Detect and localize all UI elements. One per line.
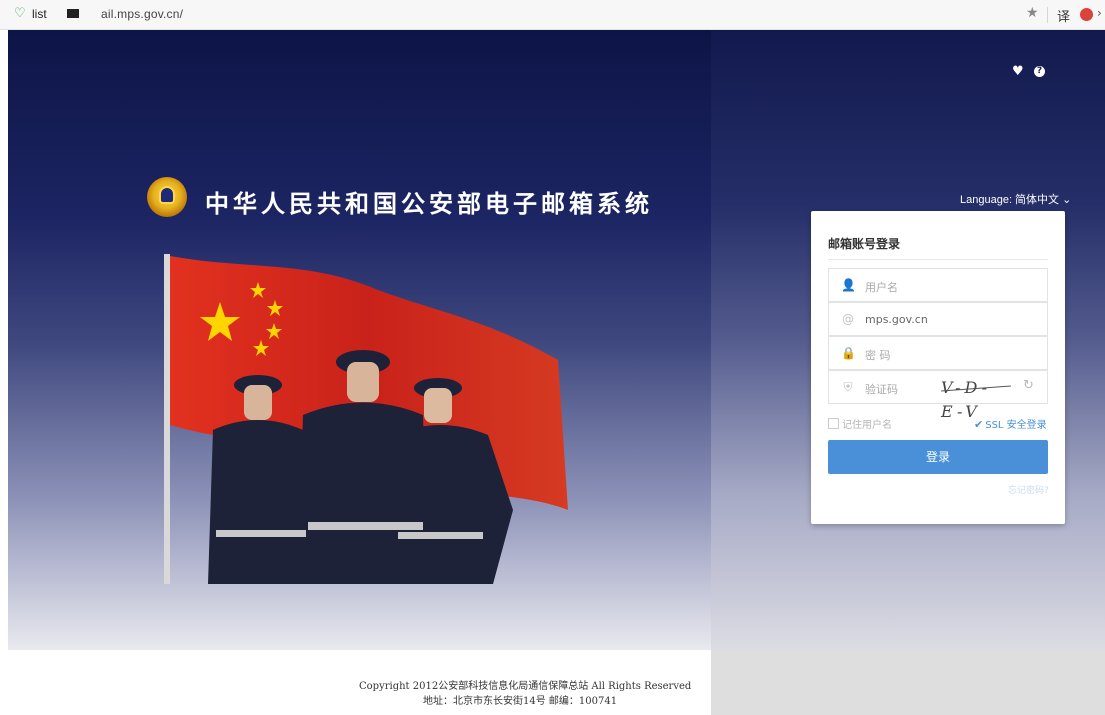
login-button[interactable]: 登录 (828, 440, 1048, 474)
login-panel: 邮箱账号登录 👤 用户名 @ mps.gov.cn 🔒 密 码 ⛨ 验证码 V-… (811, 211, 1065, 524)
flag-officers-image (164, 254, 568, 584)
chevron-down-icon: ⌄ (1062, 194, 1072, 206)
more-extension-icon[interactable]: › (1097, 6, 1102, 20)
remember-username-checkbox[interactable]: 记住用户名 (828, 416, 892, 431)
lock-icon: 🔒 (841, 346, 856, 360)
captcha-shield-icon: ⛨ (843, 380, 853, 394)
at-icon: @ (842, 312, 854, 326)
divider (828, 259, 1048, 260)
password-placeholder: 密 码 (865, 349, 891, 362)
browser-toolbar: ♡ list ail.mps.gov.cn/ ★ 译 › (0, 0, 1105, 30)
shield-icon[interactable]: ♡ (14, 7, 26, 20)
help-icon[interactable]: ? (1034, 66, 1045, 77)
refresh-icon[interactable]: ↻ (1023, 378, 1034, 393)
toolbar-divider (1047, 7, 1048, 23)
heart-icon[interactable]: ♥ (1012, 64, 1024, 79)
login-heading: 邮箱账号登录 (828, 237, 901, 251)
bookmark-list[interactable]: list (32, 7, 47, 21)
ssl-label: SSL 安全登录 (985, 420, 1047, 431)
bookmark-icon[interactable] (67, 9, 79, 18)
domain-field[interactable]: @ mps.gov.cn (828, 302, 1048, 336)
captcha-field[interactable]: ⛨ 验证码 V-D-E-V ↻ (828, 370, 1048, 421)
site-title: 中华人民共和国公安部电子邮箱系统 (205, 190, 653, 218)
domain-value: mps.gov.cn (865, 313, 928, 326)
translate-extension-icon[interactable]: 译 (1057, 6, 1070, 25)
captcha-placeholder: 验证码 (865, 383, 898, 396)
police-emblem-icon (147, 177, 187, 217)
adblock-extension-icon[interactable] (1080, 8, 1093, 21)
address-bar-url[interactable]: ail.mps.gov.cn/ (101, 7, 183, 21)
address-text: 地址：北京市东长安街14号 邮编：100741 (423, 696, 618, 707)
checkbox-box (828, 418, 839, 429)
username-placeholder: 用户名 (865, 281, 898, 294)
ssl-login-checkbox[interactable]: ✔ SSL 安全登录 (974, 416, 1047, 431)
language-selector[interactable]: Language: 简体中文 ⌄ (960, 191, 1071, 207)
language-label: Language: 简体中文 (960, 194, 1060, 206)
remember-label: 记住用户名 (842, 420, 892, 431)
check-icon: ✔ (974, 418, 984, 431)
password-field[interactable]: 🔒 密 码 (828, 336, 1048, 370)
star-icon[interactable]: ★ (1026, 5, 1039, 21)
user-icon: 👤 (841, 278, 856, 292)
username-field[interactable]: 👤 用户名 (828, 268, 1048, 302)
copyright-text: Copyright 2012公安部科技信息化局通信保障总站 All Rights… (359, 681, 692, 692)
footer-right-band (711, 650, 1105, 715)
forgot-password-link[interactable]: 忘记密码? (1008, 483, 1049, 496)
